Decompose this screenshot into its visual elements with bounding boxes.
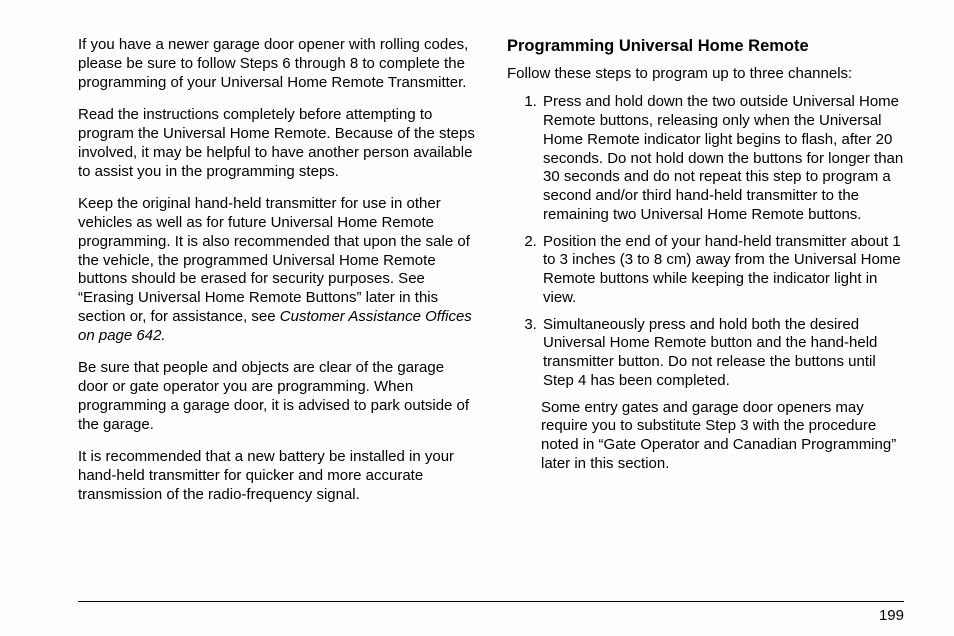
steps-list: Press and hold down the two outside Univ…	[511, 93, 904, 390]
paragraph: Read the instructions completely before …	[78, 106, 475, 181]
left-column: If you have a newer garage door opener w…	[78, 36, 481, 519]
footer-divider	[78, 601, 904, 602]
paragraph: Keep the original hand-held transmitter …	[78, 195, 475, 345]
document-page: If you have a newer garage door opener w…	[0, 0, 954, 539]
step-item: Position the end of your hand-held trans…	[541, 233, 904, 308]
paragraph: If you have a newer garage door opener w…	[78, 36, 475, 92]
sub-paragraph: Some entry gates and garage door openers…	[541, 399, 904, 474]
intro-text: Follow these steps to program up to thre…	[507, 65, 904, 84]
page-number: 199	[879, 607, 904, 624]
paragraph-text: Keep the original hand-held transmitter …	[78, 195, 470, 325]
step-item: Simultaneously press and hold both the d…	[541, 316, 904, 391]
paragraph: Be sure that people and objects are clea…	[78, 359, 475, 434]
step-item: Press and hold down the two outside Univ…	[541, 93, 904, 224]
section-heading: Programming Universal Home Remote	[507, 36, 904, 57]
paragraph: It is recommended that a new battery be …	[78, 448, 475, 504]
right-column: Programming Universal Home Remote Follow…	[501, 36, 904, 519]
